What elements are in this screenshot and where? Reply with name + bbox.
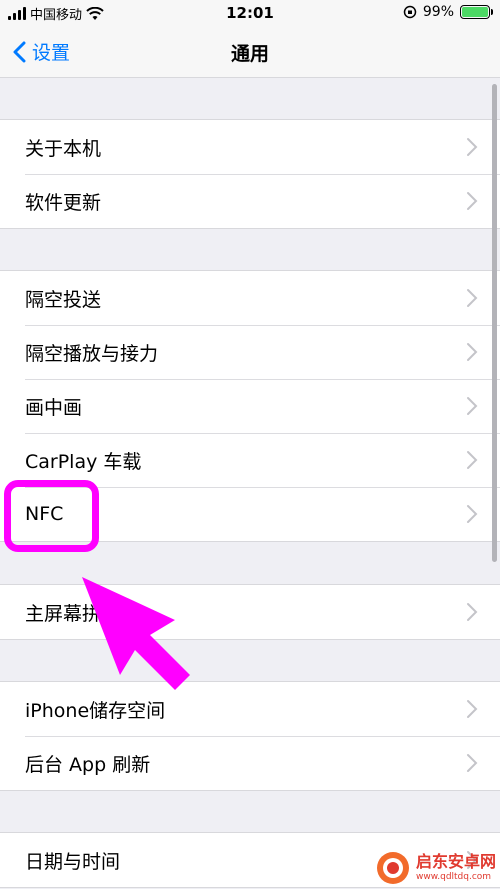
chevron-right-icon — [467, 700, 478, 718]
row-label: 隔空播放与接力 — [25, 342, 159, 365]
row-label: 后台 App 刷新 — [25, 753, 151, 776]
settings-group-home-screen: 主屏幕拼 — [0, 584, 500, 640]
chevron-right-icon — [467, 138, 478, 156]
row-label: CarPlay 车载 — [25, 450, 142, 473]
chevron-right-icon — [467, 451, 478, 469]
row-airdrop[interactable]: 隔空投送 — [0, 271, 500, 325]
battery-fill — [462, 7, 488, 17]
settings-group-about: 关于本机 软件更新 — [0, 119, 500, 229]
status-right: 99% — [403, 4, 493, 20]
battery-percent: 99% — [422, 4, 454, 20]
row-software-update[interactable]: 软件更新 — [0, 174, 500, 228]
row-label: 画中画 — [25, 396, 83, 419]
watermark-name: 启东安卓网 — [415, 852, 496, 871]
orientation-lock-icon — [403, 5, 417, 19]
chevron-right-icon — [467, 289, 478, 307]
row-label: 隔空投送 — [25, 288, 102, 311]
row-label: 关于本机 — [25, 137, 102, 160]
row-label: 日期与时间 — [25, 850, 121, 873]
chevron-right-icon — [467, 505, 478, 523]
row-home-screen[interactable]: 主屏幕拼 — [0, 585, 500, 639]
page-title: 通用 — [230, 43, 269, 65]
highlight-box — [4, 480, 99, 552]
settings-group-storage: iPhone储存空间 后台 App 刷新 — [0, 681, 500, 791]
scrollbar[interactable] — [492, 84, 497, 562]
status-bar: 中国移动 12:01 99% — [0, 0, 500, 26]
row-iphone-storage[interactable]: iPhone储存空间 — [0, 682, 500, 736]
watermark: 启东安卓网 www.qdltdq.com — [376, 851, 496, 885]
battery-icon — [460, 5, 493, 19]
row-label: iPhone储存空间 — [25, 699, 166, 722]
watermark-logo-icon — [376, 852, 409, 884]
row-airplay-handoff[interactable]: 隔空播放与接力 — [0, 325, 500, 379]
chevron-right-icon — [467, 192, 478, 210]
row-about[interactable]: 关于本机 — [0, 120, 500, 174]
chevron-right-icon — [467, 343, 478, 361]
chevron-right-icon — [467, 603, 478, 621]
row-picture-in-picture[interactable]: 画中画 — [0, 379, 500, 433]
row-background-app-refresh[interactable]: 后台 App 刷新 — [0, 736, 500, 790]
watermark-url: www.qdltdq.com — [415, 872, 492, 882]
pointer-arrow-icon — [82, 577, 190, 690]
row-carplay[interactable]: CarPlay 车载 — [0, 433, 500, 487]
row-label: 软件更新 — [25, 191, 102, 214]
chevron-right-icon — [467, 754, 478, 772]
navigation-bar: 设置 通用 — [0, 26, 500, 78]
chevron-right-icon — [467, 397, 478, 415]
